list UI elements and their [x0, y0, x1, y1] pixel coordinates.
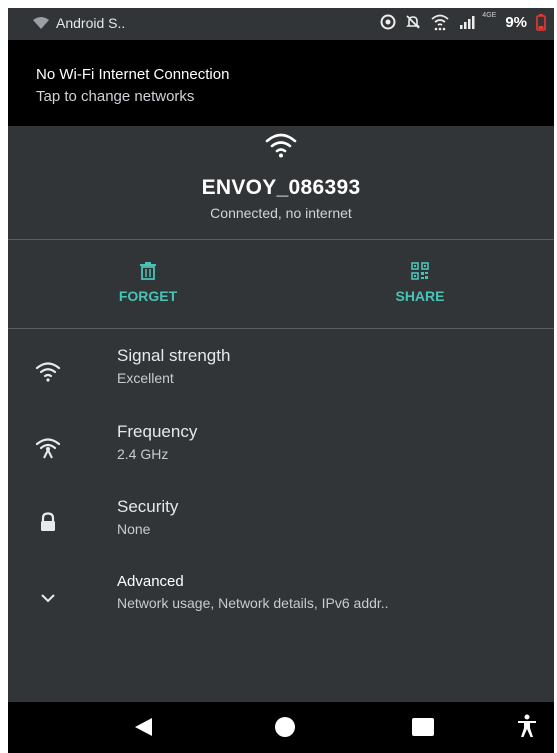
- navigation-bar: [8, 702, 554, 753]
- mute-icon: [406, 15, 421, 29]
- detail-value: Excellent: [117, 370, 174, 386]
- banner-subtitle: Tap to change networks: [36, 88, 195, 105]
- detail-row-signal-strength[interactable]: Signal strength Excellent: [8, 346, 554, 406]
- no-internet-banner[interactable]: No Wi-Fi Internet Connection Tap to chan…: [8, 40, 554, 126]
- banner-title: No Wi-Fi Internet Connection: [36, 66, 230, 83]
- status-left: Android S..: [32, 15, 125, 31]
- cast-icon: [380, 14, 396, 30]
- wifi-icon-large: [265, 133, 297, 158]
- status-right: 4GE 9%: [380, 11, 546, 31]
- detail-value: Network usage, Network details, IPv6 add…: [117, 595, 389, 611]
- status-bar: Android S.. 4GE 9%: [8, 8, 554, 40]
- network-ssid: ENVOY_086393: [201, 176, 361, 199]
- network-type-label: 4GE: [482, 11, 497, 19]
- detail-row-frequency[interactable]: Frequency 2.4 GHz: [8, 422, 554, 482]
- battery-low-icon: [536, 13, 546, 31]
- detail-value: None: [117, 521, 151, 537]
- share-label: SHARE: [395, 288, 445, 304]
- detail-row-advanced[interactable]: Advanced Network usage, Network details,…: [8, 573, 554, 633]
- detail-row-security[interactable]: Security None: [8, 497, 554, 557]
- wifi-network-details-screen: Android S.. 4GE 9% No Wi-Fi Internet Con…: [8, 8, 554, 753]
- back-icon[interactable]: [132, 716, 154, 738]
- connection-status: Connected, no internet: [210, 205, 352, 221]
- wifi-icon: [431, 14, 449, 31]
- divider: [8, 239, 554, 240]
- divider: [8, 328, 554, 329]
- detail-title: Security: [117, 497, 179, 516]
- chevron-down-icon: [28, 583, 68, 613]
- home-icon[interactable]: [274, 716, 296, 738]
- forget-label: FORGET: [118, 288, 178, 304]
- wifi-assistant-icon: [33, 17, 49, 29]
- trash-icon: [140, 262, 156, 280]
- share-button[interactable]: SHARE: [340, 262, 500, 304]
- detail-title: Frequency: [117, 422, 198, 441]
- detail-value: 2.4 GHz: [117, 446, 169, 462]
- recents-icon[interactable]: [412, 718, 434, 736]
- cell-signal-icon: [460, 16, 475, 29]
- qr-code-icon: [411, 262, 429, 280]
- detail-title: Advanced: [117, 573, 184, 590]
- lock-icon: [28, 507, 68, 537]
- battery-percent: 9%: [505, 13, 527, 31]
- detail-title: Signal strength: [117, 346, 231, 365]
- frequency-icon: [28, 432, 68, 462]
- forget-button[interactable]: FORGET: [68, 262, 228, 304]
- accessibility-icon[interactable]: [517, 714, 537, 738]
- notification-text: Android S..: [56, 15, 126, 31]
- wifi-signal-icon: [28, 356, 68, 386]
